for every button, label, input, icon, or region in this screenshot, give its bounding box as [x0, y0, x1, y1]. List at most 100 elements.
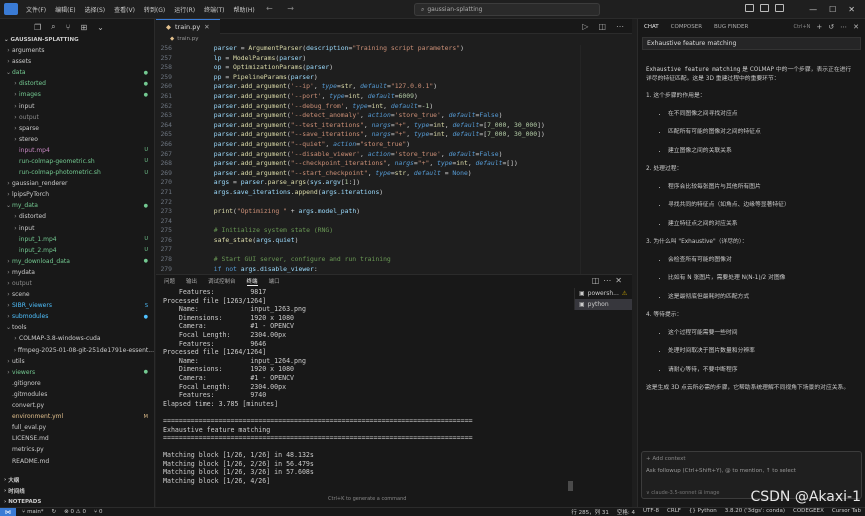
files-icon[interactable]: ❐	[34, 23, 41, 32]
model-selector[interactable]: ∨ claude-3.5-sonnet ⊞ image	[646, 490, 719, 496]
tree-item[interactable]: › distorted ●	[0, 78, 154, 89]
tree-item[interactable]: › ffmpeg-2025-01-08-git-251de1791e-essent…	[0, 345, 154, 356]
ports-status[interactable]: ⑂ 0	[94, 509, 103, 515]
extensions-icon[interactable]: ⊞	[80, 23, 87, 32]
history-icon[interactable]: ↺	[828, 23, 834, 31]
sidebar-section[interactable]: › NOTEPADS	[0, 496, 155, 507]
tree-item[interactable]: › viewers ●	[0, 367, 154, 378]
chevron-down-icon[interactable]: ⌄	[97, 23, 104, 32]
close-chat-icon[interactable]: ✕	[853, 23, 859, 31]
tree-item[interactable]: › input	[0, 100, 154, 111]
source-control-icon[interactable]: ⑂	[66, 23, 71, 32]
tab-chat[interactable]: CHAT	[644, 24, 659, 30]
terminal-output[interactable]: Features: 9817 Processed file [1263/1264]…	[163, 288, 563, 486]
menu-item[interactable]: 运行(R)	[174, 5, 195, 14]
tree-item[interactable]: › assets	[0, 56, 154, 67]
toggle-sidebar-icon[interactable]	[745, 4, 754, 12]
terminal-item-powershell[interactable]: ▣ powersh... ⚠	[575, 288, 632, 299]
tree-item[interactable]: README.md	[0, 455, 154, 466]
tree-item[interactable]: › SIBR_viewers S	[0, 300, 154, 311]
menu-item[interactable]: 转到(G)	[144, 5, 165, 14]
menu-item[interactable]: 终端(T)	[204, 5, 224, 14]
panel-tab[interactable]: 终端	[246, 277, 258, 286]
tree-item[interactable]: › utils	[0, 356, 154, 367]
tree-item[interactable]: › COLMAP-3.8-windows-cuda	[0, 333, 154, 344]
tab-bug-finder[interactable]: BUG FINDER	[714, 24, 748, 30]
tree-item[interactable]: run-colmap-photometric.sh U	[0, 167, 154, 178]
status-item[interactable]: UTF-8	[643, 508, 659, 516]
more-icon[interactable]: ⋯	[603, 276, 615, 285]
panel-tab[interactable]: 端口	[269, 277, 280, 285]
tree-item[interactable]: convert.py	[0, 400, 154, 411]
tree-item[interactable]: › scene	[0, 289, 154, 300]
tree-item[interactable]: ⌄ tools	[0, 322, 154, 333]
status-item[interactable]: 3.8.20 ('3dgs': conda)	[725, 508, 785, 516]
minimize-icon[interactable]: —	[809, 5, 817, 14]
chat-input-placeholder[interactable]: Ask followup (Ctrl+Shift+Y), @ to mentio…	[646, 468, 796, 474]
split-editor-icon[interactable]: ◫	[598, 22, 606, 31]
terminal-scrollbar[interactable]	[568, 481, 573, 491]
maximize-icon[interactable]: ☐	[829, 5, 836, 14]
tree-item[interactable]: › my_download_data ●	[0, 256, 154, 267]
tree-item[interactable]: ⌄ my_data ●	[0, 200, 154, 211]
add-context-button[interactable]: + Add context	[646, 456, 685, 462]
remote-icon[interactable]: ⋈	[0, 507, 16, 516]
tree-item[interactable]: › stereo	[0, 134, 154, 145]
workspace-root[interactable]: ⌄ GAUSSIAN-SPLATTING	[0, 35, 154, 45]
status-item[interactable]: {} Python	[689, 508, 717, 516]
toggle-chat-icon[interactable]	[775, 4, 784, 12]
run-icon[interactable]: ▷	[582, 22, 588, 31]
close-tab-icon[interactable]: ✕	[204, 23, 209, 31]
tree-item[interactable]: › lpipsPyTorch	[0, 189, 154, 200]
nav-arrows[interactable]: ← →	[266, 4, 300, 13]
sidebar-section[interactable]: › 大纲	[0, 474, 155, 485]
tree-item[interactable]: › arguments	[0, 45, 154, 56]
tree-item[interactable]: › submodules ●	[0, 311, 154, 322]
menu-item[interactable]: 文件(F)	[26, 5, 46, 14]
menu-item[interactable]: 查看(V)	[114, 5, 135, 14]
panel-tab[interactable]: 调试控制台	[208, 277, 236, 285]
tree-item[interactable]: run-colmap-geometric.sh U	[0, 156, 154, 167]
status-item[interactable]: 行 285，列 31	[571, 508, 609, 516]
menu-item[interactable]: 编辑(E)	[55, 5, 75, 14]
panel-tab[interactable]: 问题	[164, 277, 175, 285]
tab-train-py[interactable]: ◆ train.py ✕	[156, 18, 220, 34]
terminal-item-python[interactable]: ▣ python	[575, 299, 632, 310]
more-icon[interactable]: ⋯	[616, 22, 624, 31]
tree-item[interactable]: › sparse	[0, 123, 154, 134]
chat-title[interactable]: Exhaustive feature matching	[642, 37, 861, 50]
menu-item[interactable]: 帮助(H)	[233, 5, 254, 14]
tree-item[interactable]: › output	[0, 112, 154, 123]
search-icon[interactable]: ⌕	[51, 22, 55, 32]
problems-status[interactable]: ⊗ 0 ⚠ 0	[64, 509, 86, 515]
toggle-panel-icon[interactable]	[760, 4, 769, 12]
panel-tab[interactable]: 输出	[186, 277, 197, 285]
breadcrumb[interactable]: ◆ train.py	[156, 34, 632, 44]
tree-item[interactable]: › output	[0, 278, 154, 289]
tree-item[interactable]: environment.yml M	[0, 411, 154, 422]
tree-item[interactable]: ⌄ data ●	[0, 67, 154, 78]
tree-item[interactable]: › gaussian_renderer	[0, 178, 154, 189]
tree-item[interactable]: › mydata	[0, 267, 154, 278]
tree-item[interactable]: input_1.mp4 U	[0, 234, 154, 245]
new-chat-icon[interactable]: +	[816, 23, 822, 31]
more-icon[interactable]: ⋯	[840, 23, 847, 31]
tree-item[interactable]: full_eval.py	[0, 422, 154, 433]
tree-item[interactable]: › distorted	[0, 211, 154, 222]
close-icon[interactable]: ✕	[848, 5, 855, 14]
tree-item[interactable]: input_2.mp4 U	[0, 245, 154, 256]
tree-item[interactable]: .gitignore	[0, 378, 154, 389]
status-item[interactable]: CODEGEEX	[793, 508, 824, 516]
new-terminal-icon[interactable]: ◫	[592, 276, 604, 285]
status-item[interactable]: CRLF	[667, 508, 681, 516]
sidebar-section[interactable]: › 时间线	[0, 485, 155, 496]
tab-composer[interactable]: COMPOSER	[671, 24, 702, 30]
branch-status[interactable]: ⑂ main*	[22, 509, 44, 515]
tree-item[interactable]: LICENSE.md	[0, 433, 154, 444]
tree-item[interactable]: .gitmodules	[0, 389, 154, 400]
tree-item[interactable]: › input	[0, 223, 154, 234]
status-item[interactable]: Cursor Tab	[832, 508, 861, 516]
minimap[interactable]	[580, 45, 632, 274]
close-panel-icon[interactable]: ✕	[615, 276, 626, 285]
menu-item[interactable]: 选择(S)	[85, 5, 106, 14]
